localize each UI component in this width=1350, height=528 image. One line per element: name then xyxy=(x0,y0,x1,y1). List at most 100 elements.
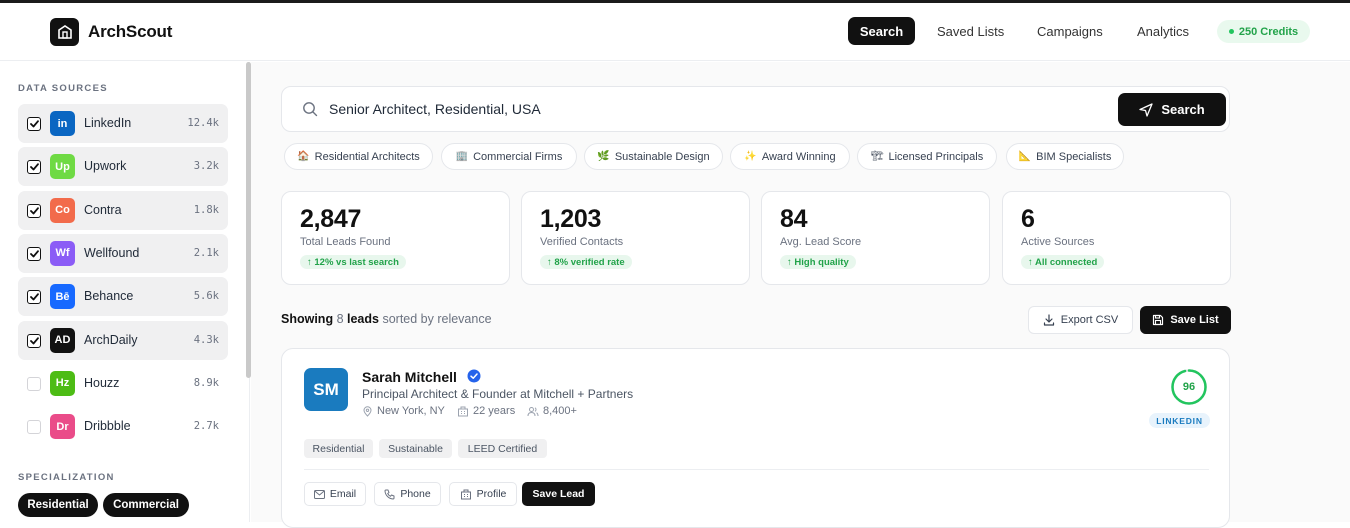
leads-label: leads xyxy=(347,312,379,326)
source-item-houzz[interactable]: Hz Houzz 8.9k xyxy=(18,364,228,403)
export-csv-label: Export CSV xyxy=(1060,314,1119,326)
source-checkbox[interactable] xyxy=(27,117,41,131)
specialization-commercial[interactable]: Commercial xyxy=(103,493,189,517)
upwork-icon: Up xyxy=(50,154,75,180)
source-item-dribbble[interactable]: Dr Dribbble 2.7k xyxy=(18,407,228,446)
nav-search[interactable]: Search xyxy=(848,17,915,45)
credits-badge[interactable]: 250 Credits xyxy=(1217,20,1310,43)
card-divider xyxy=(304,469,1209,470)
download-icon xyxy=(1043,314,1054,326)
nav-analytics[interactable]: Analytics xyxy=(1137,17,1189,45)
search-button[interactable]: Search xyxy=(1118,93,1226,126)
linkedin-icon: in xyxy=(50,111,75,136)
building-icon xyxy=(458,406,468,416)
source-item-wellfound[interactable]: Wf Wellfound 2.1k xyxy=(18,233,228,273)
lead-followers-text: 8,400+ xyxy=(543,405,577,417)
chip-emoji-icon: 🏗 xyxy=(870,151,884,162)
source-count: 12.4k xyxy=(187,117,219,129)
source-item-archdaily[interactable]: AD ArchDaily 4.3k xyxy=(18,320,228,360)
credits-label: 250 Credits xyxy=(1238,25,1299,38)
search-bar[interactable]: Senior Architect, Residential, USA Searc… xyxy=(281,86,1230,132)
lead-tag: Residential xyxy=(304,439,373,458)
lead-title: Principal Architect & Founder at Mitchel… xyxy=(362,387,634,401)
lead-card[interactable]: SM Sarah Mitchell Principal Architect & … xyxy=(281,348,1230,528)
save-list-button[interactable]: Save List xyxy=(1140,306,1231,334)
stat-badge: ↑ All connected xyxy=(1021,255,1105,269)
results-summary: Showing 8 leads sorted by relevance xyxy=(281,312,492,326)
checkmark-icon xyxy=(29,250,39,258)
source-checkbox[interactable] xyxy=(27,420,41,435)
stat-label: Verified Contacts xyxy=(540,236,624,248)
chip-label: Commercial Firms xyxy=(473,150,563,163)
chip-emoji-icon: 🌿 xyxy=(597,151,610,162)
filter-chip[interactable]: 📐 BIM Specialists xyxy=(1006,143,1124,170)
stat-value: 6 xyxy=(1021,205,1035,233)
showing-label: Showing xyxy=(281,312,334,326)
source-item-upwork[interactable]: Up Upwork 3.2k xyxy=(18,147,228,187)
source-checkbox[interactable] xyxy=(27,160,41,175)
filter-chip[interactable]: 🌿 Sustainable Design xyxy=(584,143,723,170)
source-name: Wellfound xyxy=(84,245,140,260)
source-item-linkedin[interactable]: in LinkedIn 12.4k xyxy=(18,104,228,143)
search-input[interactable]: Senior Architect, Residential, USA xyxy=(329,101,541,117)
source-count: 5.6k xyxy=(193,290,219,303)
status-dot-icon xyxy=(1228,29,1234,34)
source-count: 4.3k xyxy=(193,333,219,346)
nav-saved-lists[interactable]: Saved Lists xyxy=(937,17,1004,45)
results-count: 8 xyxy=(336,312,344,326)
save-lead-button[interactable]: Save Lead xyxy=(522,482,595,506)
source-name: LinkedIn xyxy=(84,116,132,130)
source-checkbox[interactable] xyxy=(27,376,41,391)
lead-experience-text: 22 years xyxy=(473,405,516,417)
source-item-behance[interactable]: Bē Behance 5.6k xyxy=(18,277,228,317)
source-count: 8.9k xyxy=(193,376,219,389)
chip-label: Sustainable Design xyxy=(614,150,710,163)
lead-name[interactable]: Sarah Mitchell xyxy=(362,369,457,385)
source-badge: LINKEDIN xyxy=(1149,413,1210,428)
filter-chip[interactable]: 🏗 Licensed Principals xyxy=(857,143,997,170)
lead-experience: 22 years xyxy=(457,405,515,417)
archdaily-icon: AD xyxy=(50,327,75,353)
chip-emoji-icon: 🏢 xyxy=(455,151,469,162)
lead-score: 96 xyxy=(1182,381,1196,393)
sidebar: DATA SOURCES in LinkedIn 12.4k Up Upwork 3.2k… xyxy=(0,62,250,522)
source-item-contra[interactable]: Co Contra 1.8k xyxy=(18,190,228,230)
brand-name[interactable]: ArchScout xyxy=(88,22,172,42)
phone-button[interactable]: Phone xyxy=(374,482,441,506)
lead-tag: LEED Certified xyxy=(458,439,547,458)
phone-button-label: Phone xyxy=(400,488,431,500)
lead-followers: 8,400+ xyxy=(527,405,577,417)
source-checkbox[interactable] xyxy=(27,290,41,305)
stat-value: 2,847 xyxy=(300,205,362,233)
filter-chip[interactable]: 🏢 Commercial Firms xyxy=(441,143,577,170)
chip-emoji-icon: 📐 xyxy=(1018,151,1032,162)
lead-location: New York, NY xyxy=(362,405,445,417)
users-icon xyxy=(527,406,539,416)
chip-emoji-icon: 🏠 xyxy=(297,151,310,162)
filter-chip[interactable]: ✨ Award Winning xyxy=(730,143,850,170)
stat-badge: ↑ 12% vs last search xyxy=(300,255,406,269)
top-navbar: ArchScout Search Saved Lists Campaigns A… xyxy=(0,3,1350,61)
email-button[interactable]: Email xyxy=(304,482,366,506)
checkmark-icon xyxy=(29,120,39,128)
specialization-residential[interactable]: Residential xyxy=(18,493,98,517)
source-checkbox[interactable] xyxy=(27,333,41,348)
source-checkbox[interactable] xyxy=(27,203,41,218)
source-checkbox[interactable] xyxy=(27,246,41,261)
export-csv-button[interactable]: Export CSV xyxy=(1028,306,1133,334)
source-name: Upwork xyxy=(84,159,127,174)
source-name: Houzz xyxy=(84,375,120,390)
data-sources-title: DATA SOURCES xyxy=(18,83,108,94)
search-icon xyxy=(302,101,318,122)
chip-emoji-icon: ✨ xyxy=(744,151,757,162)
checkmark-icon xyxy=(29,206,39,214)
filter-chip[interactable]: 🏠 Residential Architects xyxy=(284,143,433,170)
source-name: Behance xyxy=(84,289,134,304)
behance-icon: Bē xyxy=(50,284,75,310)
profile-button[interactable]: Profile xyxy=(449,482,517,506)
logo-icon[interactable] xyxy=(50,18,79,46)
email-button-label: Email xyxy=(329,488,357,500)
building-icon xyxy=(460,489,471,499)
houzz-icon: Hz xyxy=(50,370,75,396)
nav-campaigns[interactable]: Campaigns xyxy=(1037,17,1103,45)
